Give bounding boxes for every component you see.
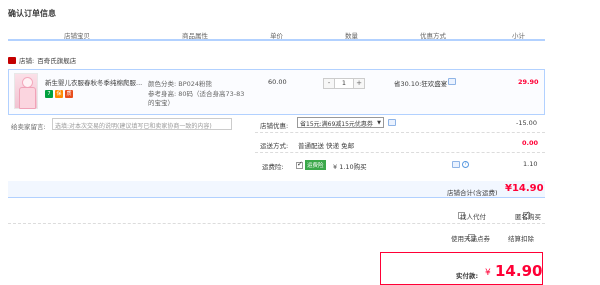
insurance-amount: 1.10	[523, 160, 538, 168]
message-to-seller-input[interactable]: 选填:对本次交易的说明(建议填写已和卖家协商一致的内容)	[52, 118, 232, 130]
quantity-input[interactable]: 1	[334, 79, 354, 88]
points-note: 结算扣除	[508, 235, 534, 243]
page-title: 确认订单信息	[8, 9, 56, 18]
shipping-method: 普通配送 快递 免邮	[298, 142, 355, 150]
table-header: 店铺宝贝 商品属性 单价 数量 优惠方式 小计	[8, 27, 545, 41]
insurance-checkbox[interactable]	[296, 160, 303, 169]
col-header-items: 店铺宝贝	[64, 32, 90, 40]
product-name-link[interactable]: 新生婴儿衣服春秋冬季纯棉爬服...	[45, 77, 153, 87]
discount-info-icon[interactable]	[448, 78, 456, 85]
col-header-discount: 优惠方式	[420, 32, 446, 40]
store-promo-amount: -15.00	[516, 119, 537, 127]
promo-info-icon[interactable]	[388, 119, 396, 126]
dropdown-caret-icon: ▼	[377, 120, 381, 126]
col-header-subtotal: 小计	[512, 32, 525, 40]
col-header-attributes: 商品属性	[182, 32, 208, 40]
product-color-attr: 颜色分类: BP024粉熊	[148, 80, 213, 88]
quantity-stepper: - 1 +	[323, 78, 365, 89]
store-total-label: 店铺合计(含运费)	[447, 189, 498, 197]
shipping-amount: 0.00	[522, 139, 539, 147]
shop-name-link[interactable]: 百奇氏旗舰店	[37, 55, 76, 65]
product-thumbnail[interactable]	[14, 73, 38, 109]
shop-icon	[8, 56, 16, 64]
store-promo-label: 店铺优惠:	[260, 122, 289, 130]
shop-label: 店铺:	[19, 57, 35, 65]
item-row	[8, 69, 545, 115]
seven-day-return-badge[interactable]: 7	[45, 90, 53, 98]
insurance-tag: 运费险	[305, 160, 326, 170]
store-promo-select[interactable]: 省15元:满69减15元优惠券 ▼	[297, 117, 384, 128]
divider	[8, 223, 545, 224]
shipping-label: 运送方式:	[260, 142, 289, 150]
payment-value: 14.90	[495, 262, 543, 280]
payment-label: 实付款:	[456, 272, 479, 280]
tmall-points-label[interactable]: 使用天猫点券	[451, 233, 490, 243]
guarantee-badge[interactable]: 保	[55, 90, 63, 98]
col-header-unit-price: 单价	[270, 32, 283, 40]
payment-currency: ¥	[485, 268, 491, 278]
anonymous-label[interactable]: 匿名购买	[515, 211, 541, 221]
insurance-price: ¥ 1.10购买	[333, 163, 367, 171]
shop-row: 店铺: 百奇氏旗舰店	[8, 54, 76, 66]
insurance-label: 运费险:	[262, 163, 284, 171]
item-subtotal: 29.90	[518, 78, 539, 86]
col-header-quantity: 数量	[345, 32, 358, 40]
unit-price: 60.00	[268, 78, 287, 86]
proxy-pay-label[interactable]: 找人代付	[460, 211, 486, 221]
store-promo-selected: 省15元:满69减15元优惠券	[300, 121, 373, 128]
increase-quantity-button[interactable]: +	[354, 79, 364, 88]
help-icon[interactable]: ?	[462, 161, 469, 168]
divider	[255, 152, 545, 153]
quality-badge[interactable]: 质	[65, 90, 73, 98]
item-discount-text: 省30.10:狂欢盛宴	[394, 80, 448, 88]
insurance-info-icon[interactable]	[452, 161, 460, 168]
message-label: 给卖家留言:	[11, 123, 46, 131]
product-size-attr-cont: 的宝宝）	[148, 99, 174, 107]
decrease-quantity-button[interactable]: -	[324, 79, 334, 88]
store-total-value: ¥14.90	[505, 183, 544, 194]
divider	[255, 132, 545, 133]
